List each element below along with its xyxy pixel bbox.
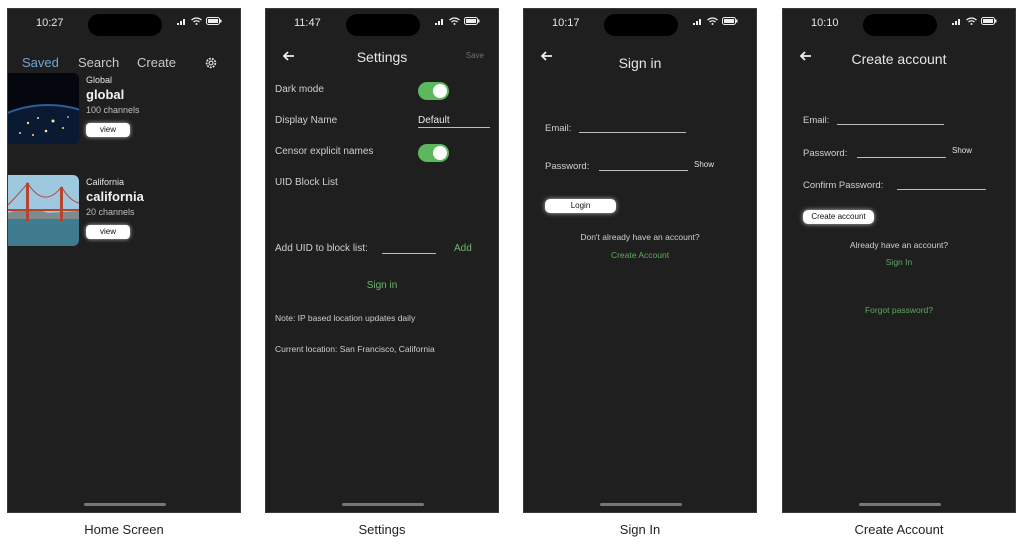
status-bar: 10:10 — [783, 9, 1015, 36]
card-title: global — [86, 87, 125, 102]
save-button[interactable]: Save — [466, 51, 484, 60]
forgot-password-link[interactable]: Forgot password? — [783, 305, 1015, 315]
golden-gate-image — [8, 175, 79, 246]
confirm-password-field[interactable] — [897, 189, 986, 190]
home-indicator — [342, 503, 424, 506]
card-subtitle: Global — [86, 75, 113, 85]
uid-block-list-label: UID Block List — [275, 177, 338, 188]
add-uid-input[interactable] — [382, 241, 436, 254]
status-time: 11:47 — [294, 17, 321, 29]
caption-home: Home Screen — [84, 522, 164, 537]
password-label: Password: — [545, 161, 590, 172]
dynamic-island — [88, 14, 162, 36]
battery-icon — [206, 17, 222, 25]
status-bar: 10:17 — [524, 9, 756, 36]
login-button[interactable]: Login — [545, 199, 616, 213]
censor-toggle[interactable] — [418, 144, 449, 162]
signal-icon — [952, 19, 960, 25]
wifi-icon — [707, 17, 718, 25]
status-time: 10:17 — [552, 17, 580, 29]
tab-search[interactable]: Search — [78, 55, 119, 70]
current-location: Current location: San Francisco, Califor… — [275, 344, 435, 354]
sign-in-screen: 10:17 Sign in Email: Password: Show Logi… — [523, 8, 757, 513]
status-time: 10:27 — [36, 17, 64, 29]
home-screen: 10:27 Saved Search Create Global global … — [7, 8, 241, 513]
email-label: Email: — [803, 115, 830, 126]
tab-saved[interactable]: Saved — [22, 55, 59, 70]
signal-icon — [693, 19, 701, 25]
password-label: Password: — [803, 148, 848, 159]
settings-screen: 11:47 Settings Save Dark mode Display Na… — [265, 8, 499, 513]
signal-icon — [435, 19, 443, 25]
battery-icon — [464, 17, 480, 25]
wifi-icon — [449, 17, 460, 25]
status-bar: 11:47 — [266, 9, 498, 36]
caption-sign-in: Sign In — [619, 522, 661, 537]
page-title: Sign in — [618, 55, 662, 71]
have-account-text: Already have an account? — [849, 240, 949, 250]
channel-count: 20 channels — [86, 207, 135, 217]
status-time: 10:10 — [811, 17, 839, 29]
display-name-input[interactable]: Default — [418, 115, 490, 128]
email-field[interactable] — [579, 132, 686, 133]
email-label: Email: — [545, 123, 572, 134]
caption-create-account: Create Account — [854, 522, 944, 537]
battery-icon — [722, 17, 738, 25]
status-bar: 10:27 — [8, 9, 240, 36]
confirm-password-label: Confirm Password: — [803, 180, 884, 191]
view-button[interactable]: view — [86, 225, 130, 239]
home-indicator — [859, 503, 941, 506]
signal-icon — [177, 19, 185, 25]
gear-icon[interactable] — [204, 56, 218, 70]
password-field[interactable] — [857, 157, 946, 158]
status-icons — [952, 17, 997, 25]
create-account-link[interactable]: Create Account — [524, 250, 756, 260]
caption-settings: Settings — [358, 522, 406, 537]
no-account-text: Don't already have an account? — [580, 232, 700, 242]
display-name-label: Display Name — [275, 115, 338, 126]
dark-mode-toggle[interactable] — [418, 82, 449, 100]
dynamic-island — [604, 14, 678, 36]
censor-label: Censor explicit names — [275, 146, 374, 157]
location-note: Note: IP based location updates daily — [275, 313, 416, 323]
add-button[interactable]: Add — [454, 243, 472, 254]
dark-mode-label: Dark mode — [275, 84, 324, 95]
channel-card-global: Global global 100 channels view — [8, 73, 240, 145]
page-title: Settings — [356, 49, 408, 65]
create-account-screen: 10:10 Create account Email: Password: Sh… — [782, 8, 1016, 513]
home-indicator — [600, 503, 682, 506]
status-icons — [435, 17, 480, 25]
create-account-button[interactable]: Create account — [803, 210, 874, 224]
wifi-icon — [966, 17, 977, 25]
wifi-icon — [191, 17, 202, 25]
email-field[interactable] — [837, 124, 944, 125]
card-title: california — [86, 189, 144, 204]
battery-icon — [981, 17, 997, 25]
sign-in-link[interactable]: Sign In — [783, 257, 1015, 267]
dynamic-island — [346, 14, 420, 36]
sign-in-link[interactable]: Sign in — [266, 280, 498, 291]
dynamic-island — [863, 14, 937, 36]
add-uid-label: Add UID to block list: — [275, 243, 368, 254]
show-password-button[interactable]: Show — [694, 160, 714, 169]
earth-night-image — [8, 73, 79, 144]
home-indicator — [84, 503, 166, 506]
show-password-button[interactable]: Show — [952, 146, 972, 155]
status-icons — [177, 17, 222, 25]
password-field[interactable] — [599, 170, 688, 171]
view-button[interactable]: view — [86, 123, 130, 137]
status-icons — [693, 17, 738, 25]
channel-card-california: California california 20 channels view — [8, 175, 240, 247]
tab-create[interactable]: Create — [137, 55, 176, 70]
page-title: Create account — [851, 51, 947, 67]
card-subtitle: California — [86, 177, 125, 187]
channel-count: 100 channels — [86, 105, 140, 115]
